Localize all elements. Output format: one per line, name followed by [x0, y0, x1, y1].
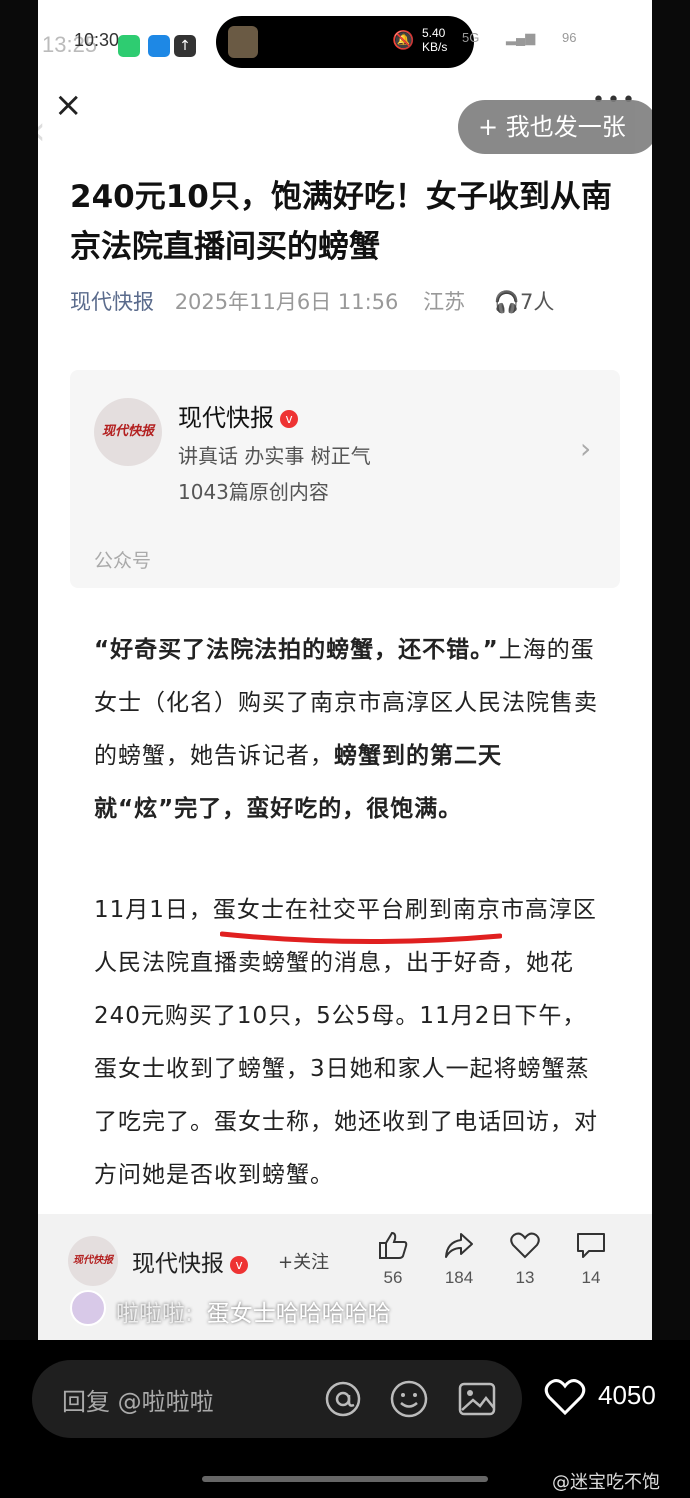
readers-value: 7人	[519, 290, 555, 314]
status-time: 10:30	[74, 30, 120, 50]
red-underline-annotation	[220, 931, 502, 945]
account-name: 现代快报 v	[178, 398, 298, 433]
source-name-text: 现代快报	[132, 1251, 224, 1277]
account-article-count: 1043篇原创内容	[178, 480, 329, 504]
media-thumbnail	[228, 26, 258, 58]
comment-action[interactable]: 14	[566, 1230, 616, 1288]
emoji-icon[interactable]	[388, 1378, 430, 1420]
account-type: 公众号	[94, 550, 152, 572]
comment-icon	[577, 1233, 605, 1258]
network-speed: 5.40 KB/s	[422, 26, 448, 54]
signal-5g: 5G	[462, 30, 480, 45]
reply-placeholder: 回复 @啦啦啦	[62, 1388, 214, 1416]
follow-button[interactable]: +关注	[278, 1248, 329, 1274]
article-date: 2025年11月6日 11:56	[174, 290, 399, 314]
p1-quote: “好奇买了法院法拍的螃蟹，还不错。”	[94, 637, 499, 663]
account-card[interactable]: 现代快报 现代快报 v 讲真话 办实事 树正气 1043篇原创内容 › 公众号	[70, 370, 620, 588]
heart-icon[interactable]	[544, 1378, 586, 1416]
comment-text: 啦啦啦: 蛋女士哈哈哈哈哈	[116, 1294, 391, 1328]
favorite-count: 13	[515, 1268, 535, 1287]
comment-count: 14	[581, 1268, 601, 1287]
account-slogan: 讲真话 办实事 树正气	[178, 444, 371, 468]
article-location: 江苏	[423, 290, 466, 314]
thumbs-up-icon	[379, 1231, 408, 1259]
back-arrow-icon[interactable]: ‹	[38, 108, 46, 154]
notification-app-icon	[118, 35, 140, 57]
watermark: @迷宝吃不饱	[552, 1472, 660, 1493]
headphones-icon: 🎧	[493, 290, 520, 314]
notification-app-icon	[148, 35, 170, 57]
reply-input[interactable]: 回复 @啦啦啦	[32, 1360, 522, 1438]
account-logo: 现代快报	[94, 398, 162, 466]
paragraph-1: “好奇买了法院法拍的螃蟹，还不错。”上海的蛋女士（化名）购买了南京市高淳区人民法…	[94, 624, 604, 836]
signal-bars-icon: ▂▄▆	[506, 30, 536, 45]
source-avatar[interactable]: 现代快报	[68, 1236, 118, 1286]
home-indicator[interactable]	[202, 1476, 488, 1482]
favorite-action[interactable]: 13	[500, 1230, 550, 1288]
chevron-right-icon: ›	[580, 432, 592, 465]
frame-right	[652, 0, 690, 1340]
article-meta: 现代快报 2025年11月6日 11:56 江苏 🎧7人	[70, 286, 630, 316]
mention-icon[interactable]	[322, 1378, 364, 1420]
verified-badge-icon: v	[230, 1255, 248, 1274]
readers-count: 🎧7人	[494, 290, 555, 314]
article-title: 240元10只，饱满好吃！女子收到从南京法院直播间买的螃蟹	[70, 179, 612, 265]
like-action[interactable]: 56	[368, 1230, 418, 1288]
article-source-link[interactable]: 现代快报	[70, 290, 154, 314]
account-name-text: 现代快报	[178, 404, 274, 432]
source-name[interactable]: 现代快报 v	[132, 1244, 248, 1278]
share-icon	[445, 1233, 473, 1258]
frame-left	[0, 0, 38, 1340]
dynamic-island: 🔕 5.40 KB/s	[216, 16, 474, 68]
total-likes: 4050	[598, 1380, 656, 1410]
share-action[interactable]: 184	[434, 1230, 484, 1288]
image-icon[interactable]	[456, 1378, 498, 1420]
article-page: 13:25 10:30 ↑ 🔕 5.40 KB/s 5G ▂▄▆ 96 ‹ × …	[38, 0, 652, 1340]
comment-body: 蛋女士哈哈哈哈哈	[206, 1301, 391, 1327]
commenter-name: 啦啦啦:	[116, 1301, 193, 1327]
close-icon[interactable]: ×	[54, 88, 86, 124]
status-bar: 13:25 10:30 ↑ 🔕 5.40 KB/s 5G ▂▄▆ 96	[38, 0, 652, 80]
post-too-button[interactable]: + 我也发一张	[458, 100, 652, 154]
heart-icon	[510, 1232, 540, 1259]
share-count: 184	[444, 1268, 474, 1287]
battery-level: 96	[562, 30, 577, 45]
mute-bell-icon: 🔕	[392, 30, 415, 51]
verified-badge-icon: v	[280, 410, 298, 428]
upload-arrow-icon: ↑	[174, 35, 196, 57]
commenter-avatar	[70, 1290, 106, 1326]
like-count: 56	[383, 1268, 403, 1287]
